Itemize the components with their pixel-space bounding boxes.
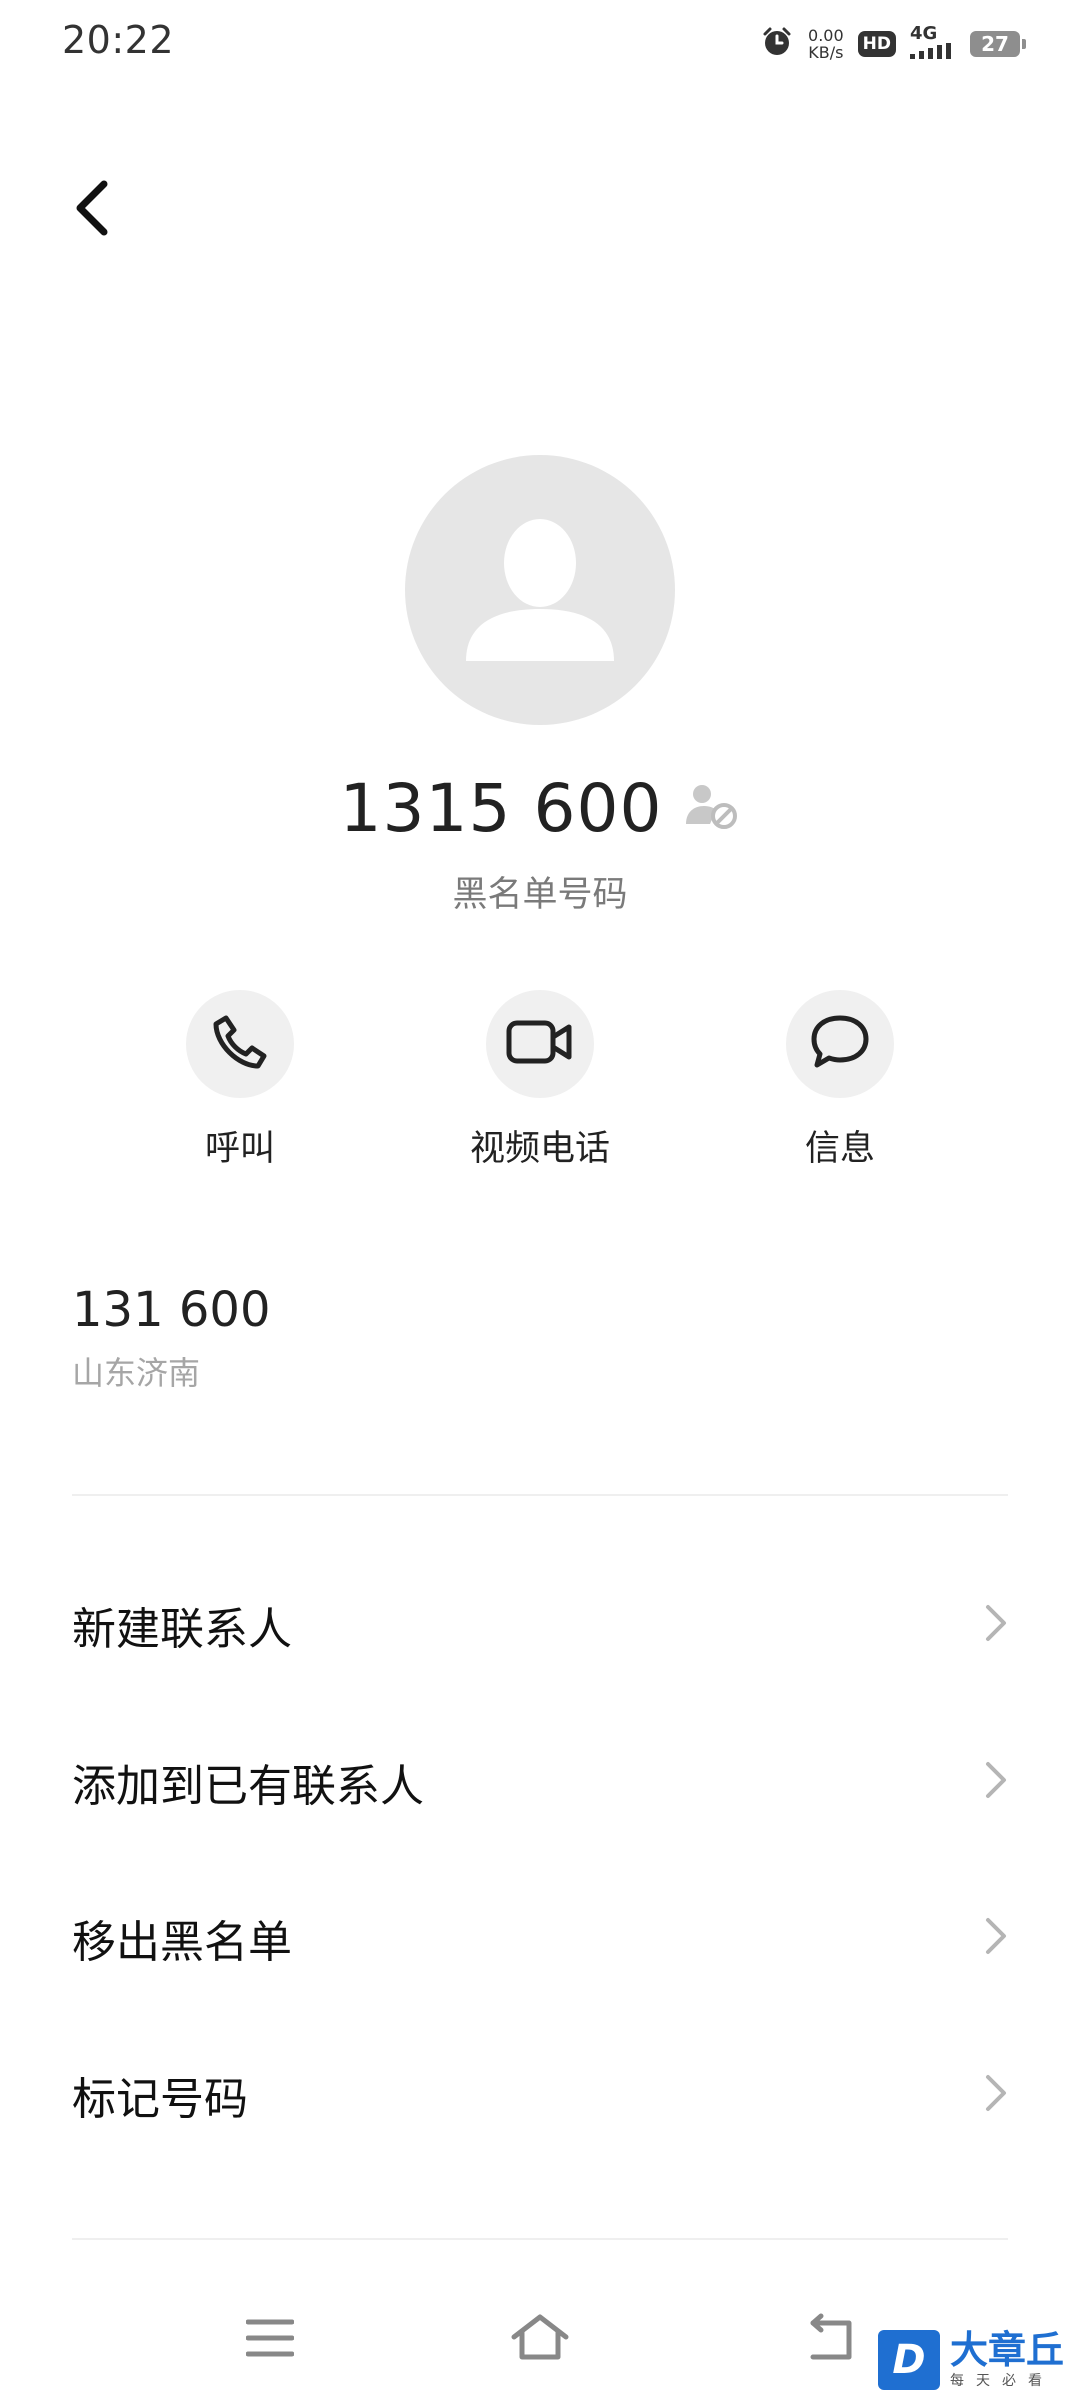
phone-number[interactable]: 131 600 — [72, 1282, 271, 1338]
video-call-button[interactable] — [486, 990, 594, 1098]
menu-add-to-existing-label: 添加到已有联系人 — [72, 1761, 424, 1812]
watermark-sub: 每天必看 — [950, 2373, 1054, 2389]
battery-level: 27 — [981, 32, 1009, 56]
message-button[interactable] — [786, 990, 894, 1098]
home-icon — [510, 2313, 570, 2367]
video-call-action[interactable]: 视频电话 — [440, 990, 640, 1171]
watermark-text: 大章丘 每天必看 — [950, 2330, 1064, 2390]
blacklist-subtitle: 黑名单号码 — [452, 875, 628, 915]
call-action[interactable]: 呼叫 — [140, 990, 340, 1171]
status-time: 20:22 — [62, 18, 175, 62]
nav-menu-button[interactable] — [230, 2300, 310, 2380]
watermark: D 大章丘 每天必看 — [878, 2330, 1064, 2390]
chevron-left-icon — [72, 180, 112, 240]
blocked-user-icon — [684, 782, 740, 836]
menu-remove-blacklist-label: 移出黑名单 — [72, 1917, 292, 1968]
chevron-right-icon — [984, 1916, 1008, 1960]
menu-lines-icon — [245, 2318, 295, 2362]
contact-header: 1315 600 — [0, 770, 1080, 847]
net-speed-value: 0.00 — [808, 26, 844, 45]
divider — [72, 2238, 1008, 2240]
chevron-right-icon — [984, 2073, 1008, 2117]
call-button[interactable] — [186, 990, 294, 1098]
contact-number: 1315 600 — [339, 770, 663, 847]
watermark-logo: D — [878, 2330, 940, 2390]
chat-bubble-icon — [808, 1012, 872, 1076]
message-label: 信息 — [804, 1129, 875, 1169]
status-icons: 0.00 KB/s HD 4G 27 — [760, 20, 1026, 68]
menu-mark-number-label: 标记号码 — [72, 2074, 248, 2125]
network-label: 4G — [910, 23, 938, 44]
menu-add-to-existing[interactable]: 添加到已有联系人 — [72, 1722, 1008, 1842]
menu-new-contact[interactable]: 新建联系人 — [72, 1565, 1008, 1685]
watermark-logo-letter: D — [892, 2337, 926, 2383]
watermark-main: 大章丘 — [950, 2328, 1065, 2372]
chevron-right-icon — [984, 1760, 1008, 1804]
video-camera-icon — [505, 1017, 575, 1071]
phone-location: 山东济南 — [72, 1354, 201, 1392]
person-icon — [460, 513, 620, 667]
chevron-right-icon — [984, 1603, 1008, 1647]
message-action[interactable]: 信息 — [740, 990, 940, 1171]
menu-remove-blacklist[interactable]: 移出黑名单 — [72, 1878, 1008, 1998]
network-indicator: 4G — [910, 25, 956, 63]
alarm-icon — [760, 25, 794, 63]
nav-home-button[interactable] — [500, 2300, 580, 2380]
net-speed: 0.00 KB/s — [808, 27, 844, 61]
back-button[interactable] — [62, 175, 122, 245]
menu-mark-number[interactable]: 标记号码 — [72, 2035, 1008, 2155]
nav-back-button[interactable] — [790, 2300, 870, 2380]
signal-icon — [910, 43, 956, 63]
divider — [72, 1494, 1008, 1496]
menu-new-contact-label: 新建联系人 — [72, 1604, 292, 1655]
back-arrow-icon — [805, 2313, 855, 2367]
net-speed-unit: KB/s — [808, 43, 844, 62]
avatar — [405, 455, 675, 725]
video-call-label: 视频电话 — [469, 1129, 610, 1169]
call-label: 呼叫 — [204, 1129, 275, 1169]
battery-icon: 27 — [970, 31, 1026, 57]
hd-badge: HD — [857, 31, 896, 57]
phone-icon — [210, 1012, 270, 1076]
